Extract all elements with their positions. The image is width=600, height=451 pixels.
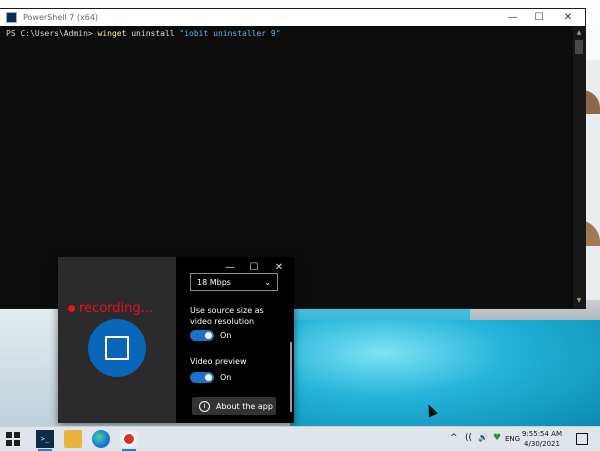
video-preview-state: On [220, 373, 232, 382]
scroll-thumb[interactable] [575, 40, 583, 54]
settings-scrollbar[interactable] [290, 342, 292, 412]
network-icon[interactable]: (( [465, 433, 472, 443]
recorder-app-icon [122, 432, 136, 446]
clock-date: 4/30/2021 [524, 440, 560, 448]
taskbar-recorder-icon[interactable] [120, 430, 138, 451]
scroll-up-icon[interactable]: ▲ [575, 29, 583, 37]
source-size-state: On [220, 331, 232, 340]
window-title: PowerShell 7 (x64) [23, 13, 99, 22]
recorder-close-button[interactable]: ✕ [269, 260, 289, 274]
windows-logo-icon [6, 432, 12, 438]
taskbar: >_ ^ (( 🔊 ♥ ENG 9:55:54 AM 4/30/2021 [0, 426, 600, 451]
notification-icon[interactable] [576, 433, 588, 445]
taskbar-edge-icon[interactable] [92, 430, 110, 448]
recorder-minimize-button[interactable]: — [220, 260, 240, 274]
toggle-knob [205, 332, 212, 339]
wallpaper-pool [290, 320, 600, 430]
about-app-button[interactable]: i About the app [192, 397, 276, 415]
minimize-button[interactable]: — [501, 9, 525, 26]
console-command: winget [97, 29, 127, 38]
powershell-glyph: >_ [40, 435, 50, 443]
recording-dot-icon [68, 305, 75, 312]
security-icon[interactable]: ♥ [493, 433, 501, 443]
about-app-label: About the app [216, 401, 273, 411]
video-preview-toggle[interactable] [190, 372, 214, 383]
powershell-icon [6, 12, 17, 23]
powershell-titlebar[interactable]: PowerShell 7 (x64) — ☐ ✕ [0, 9, 585, 26]
taskbar-folder-icon[interactable] [64, 430, 82, 448]
clock-time: 9:55:54 AM [521, 430, 563, 438]
recorder-main-panel: recording... [58, 257, 176, 423]
video-preview-label: Video preview [190, 357, 247, 366]
recording-status: recording... [68, 301, 153, 316]
console-string-arg: "iobit uninstaller 9" [179, 29, 281, 38]
recorder-maximize-button[interactable]: ☐ [244, 260, 264, 274]
console-args: uninstall [126, 29, 180, 38]
recorder-settings-panel: — ☐ ✕ 18 Mbps ⌄ Use source size as video… [176, 257, 294, 423]
volume-icon[interactable]: 🔊 [478, 433, 488, 442]
windows-logo-icon-part [14, 432, 20, 438]
source-size-toggle[interactable] [190, 330, 214, 341]
stop-icon [105, 336, 129, 360]
scroll-down-icon[interactable]: ▼ [575, 297, 583, 305]
console-prompt: PS C:\Users\Admin> [6, 29, 98, 38]
taskbar-powershell-icon[interactable]: >_ [36, 430, 54, 451]
windows-logo-icon-part [14, 440, 20, 446]
stop-recording-button[interactable] [88, 319, 146, 377]
tray-chevron-icon[interactable]: ^ [450, 433, 458, 443]
bitrate-dropdown[interactable]: 18 Mbps ⌄ [190, 273, 278, 291]
source-size-label: Use source size as video resolution [190, 306, 264, 326]
bitrate-value: 18 Mbps [197, 277, 231, 287]
recording-status-text: recording... [79, 301, 154, 316]
info-icon: i [199, 400, 210, 412]
maximize-button[interactable]: ☐ [527, 9, 551, 26]
vertical-scrollbar[interactable]: ▲ ▼ [573, 26, 585, 308]
chevron-down-icon: ⌄ [264, 277, 271, 287]
taskbar-clock[interactable]: 9:55:54 AM 4/30/2021 [518, 429, 566, 449]
close-button[interactable]: ✕ [556, 9, 580, 26]
recorder-window[interactable]: recording... — ☐ ✕ 18 Mbps ⌄ Use source … [58, 257, 294, 423]
windows-logo-icon-part [6, 440, 12, 446]
toggle-knob [205, 374, 212, 381]
start-button[interactable] [6, 432, 20, 446]
